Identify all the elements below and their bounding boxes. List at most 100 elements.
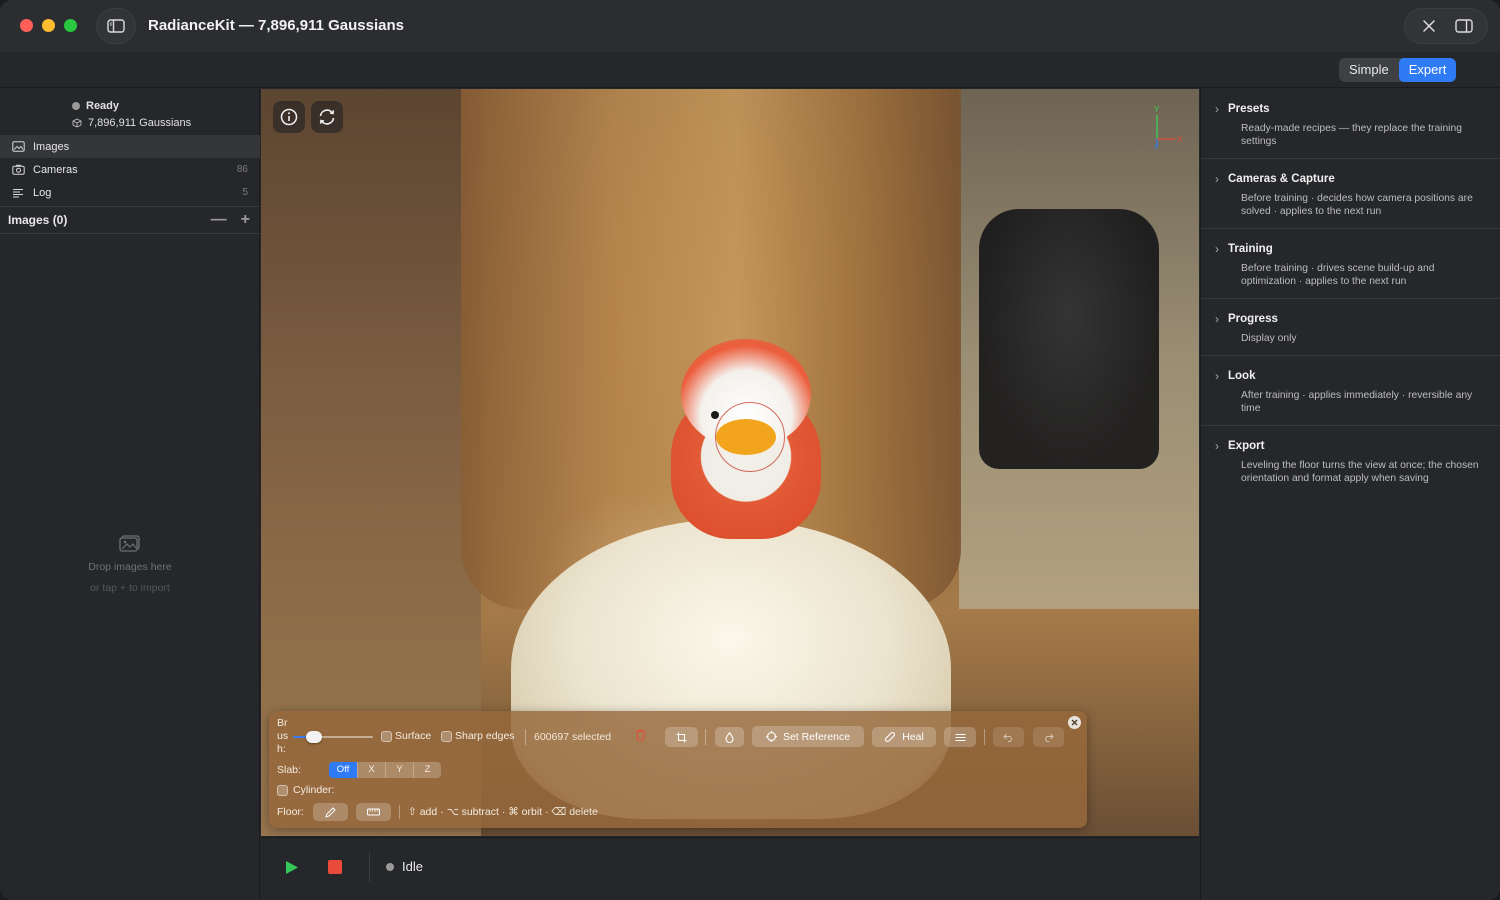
sidebar-item-label: Log [33,186,52,199]
shortcut-hint: ⇧ add · ⌥ subtract · ⌘ orbit · ⌫ delete [408,806,598,818]
crop-icon [676,732,687,742]
close-document-button[interactable] [1414,12,1444,40]
window-controls [20,19,77,32]
floor-label: Floor: [277,806,304,818]
axis-gizmo: Y X Z [1154,105,1183,149]
slab-option-x[interactable]: X [357,762,385,778]
add-image-button[interactable]: + [241,211,250,229]
status-state-text: Ready [86,99,120,112]
inspector-section-training[interactable]: › Training Before training · drives scene… [1201,229,1500,299]
window-title: RadianceKit — 7,896,911 Gaussians [148,17,404,34]
inspector-panel: › Presets Ready-made recipes — they repla… [1200,89,1500,900]
slider-knob[interactable] [305,731,322,743]
axis-z-label: Z [1154,144,1159,149]
set-reference-label: Set Reference [782,730,851,743]
section-title: Export [1228,440,1265,452]
crop-button[interactable] [665,727,698,747]
scene-duck-eye [711,411,719,419]
undo-button[interactable] [993,727,1024,747]
surface-label: Surface [395,730,432,742]
toggle-inspector-button[interactable] [1449,12,1479,40]
section-header[interactable]: › Training [1215,242,1486,256]
brush-size-slider[interactable] [293,730,373,744]
surface-checkbox[interactable]: Surface [381,730,431,742]
cylinder-checkbox[interactable]: Cylinder: [277,784,334,796]
status-state: Ready [72,97,191,114]
image-dropzone[interactable]: Drop images here or tap + to import [0,535,260,599]
color-drop-button[interactable] [715,727,744,747]
slab-option-off[interactable]: Off [329,762,357,778]
stop-button[interactable] [328,860,342,874]
status-gaussians-text: 7,896,911 Gaussians [88,116,192,129]
selection-edit-panel: Brush: Surface Sharp edges 600697 select… [269,711,1087,828]
remove-image-button[interactable]: — [211,211,227,229]
delete-selection-button[interactable] [635,729,646,744]
section-header[interactable]: › Export [1215,439,1486,453]
drop-icon [725,731,734,743]
inspector-section-progress[interactable]: › Progress Display only [1201,299,1500,356]
floor-draw-button[interactable] [313,803,348,821]
chevron-right-icon: › [1215,242,1219,256]
sliders-icon [955,733,965,741]
zoom-window-button[interactable] [64,19,77,32]
status-block: Ready 7,896,911 Gaussians [72,97,191,131]
slab-option-y[interactable]: Y [385,762,413,778]
mode-simple[interactable]: Simple [1339,58,1399,82]
section-header[interactable]: › Cameras & Capture [1215,172,1486,186]
section-header[interactable]: › Progress [1215,312,1486,326]
inspector-section-cameras[interactable]: › Cameras & Capture Before training · dec… [1201,159,1500,229]
section-header[interactable]: › Look [1215,369,1486,383]
cube-icon [72,117,82,128]
pencil-icon [325,806,336,818]
image-stack-icon [12,141,26,152]
info-button[interactable] [273,101,305,133]
mode-expert[interactable]: Expert [1398,58,1457,82]
slab-option-z[interactable]: Z [413,762,441,778]
inspector-section-export[interactable]: › Export Leveling the floor turns the vie… [1201,426,1500,495]
redo-icon [1045,733,1054,742]
slab-segmented-control: Off X Y Z [329,762,441,778]
sharp-edges-label: Sharp edges [455,730,515,742]
inspector-section-presets[interactable]: › Presets Ready-made recipes — they repla… [1201,89,1500,159]
filters-button[interactable] [944,727,976,747]
section-description: Before training · decides how camera pos… [1241,193,1473,217]
floor-measure-button[interactable] [356,803,391,821]
dropzone-subhint: or tap + to import [90,582,170,594]
chevron-right-icon: › [1215,102,1219,116]
section-title: Cameras & Capture [1228,173,1335,185]
reset-view-button[interactable] [311,101,343,133]
sidebar-item-images[interactable]: Images [0,135,260,158]
toggle-sidebar-button[interactable] [96,8,136,44]
section-title: Look [1228,370,1256,382]
minimize-window-button[interactable] [42,19,55,32]
play-icon [286,861,298,874]
play-button[interactable] [285,860,299,878]
close-window-button[interactable] [20,19,33,32]
chevron-right-icon: › [1215,172,1219,186]
section-description: Ready-made recipes — they replace the tr… [1241,123,1462,147]
images-section-actions: — + [211,211,250,229]
close-x-icon [1422,20,1435,32]
sidebar-item-cameras[interactable]: Cameras 86 [0,158,260,181]
slab-label: Slab: [277,764,301,776]
sidebar-item-count: 5 [242,187,248,198]
section-header[interactable]: › Presets [1215,102,1486,116]
chevron-right-icon: › [1215,439,1219,453]
titlebar-right-controls [1404,8,1488,44]
set-reference-button[interactable]: Set Reference [752,726,864,747]
close-panel-button[interactable] [1068,716,1081,729]
bottom-transport-bar: Idle [261,837,1199,900]
run-state-dot-icon [386,862,394,871]
log-lines-icon [12,188,26,198]
brush-label: Brush: [277,717,289,755]
divider [984,729,985,745]
divider [369,852,370,882]
undo-icon [1003,733,1012,742]
redo-button[interactable] [1033,727,1064,747]
sharp-edges-checkbox[interactable]: Sharp edges [441,730,515,742]
sidebar-item-log[interactable]: Log 5 [0,181,260,204]
inspector-section-look[interactable]: › Look After training · applies immediate… [1201,356,1500,426]
heal-button[interactable]: Heal [872,727,936,747]
sidebar-item-label: Cameras [33,163,78,176]
chevron-right-icon: › [1215,312,1219,326]
